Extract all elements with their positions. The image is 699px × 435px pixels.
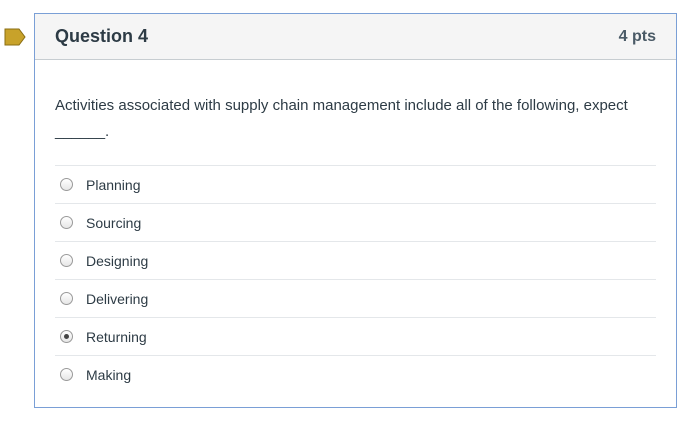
question-header: Question 4 4 pts <box>35 14 676 60</box>
radio-button[interactable] <box>60 254 73 267</box>
answer-option[interactable]: Making <box>55 356 656 393</box>
radio-button[interactable] <box>60 178 73 191</box>
answer-label: Designing <box>86 252 149 269</box>
question-text: Activities associated with supply chain … <box>55 97 628 140</box>
radio-button[interactable] <box>60 216 73 229</box>
question-body: Activities associated with supply chain … <box>35 60 676 393</box>
answer-option[interactable]: Returning <box>55 318 656 356</box>
answer-list: Planning Sourcing Designing Delivering R… <box>55 165 656 393</box>
answer-option[interactable]: Delivering <box>55 280 656 318</box>
answer-label: Making <box>86 366 132 383</box>
radio-button[interactable] <box>60 368 73 381</box>
answer-label: Returning <box>86 328 147 345</box>
answer-label: Delivering <box>86 290 149 307</box>
bookmark-flag-icon[interactable] <box>4 28 26 46</box>
question-card: Question 4 4 pts Activities associated w… <box>34 13 677 408</box>
answer-option[interactable]: Sourcing <box>55 204 656 242</box>
radio-button[interactable] <box>60 292 73 305</box>
answer-option[interactable]: Designing <box>55 242 656 280</box>
answer-label: Planning <box>86 176 141 193</box>
answer-option[interactable]: Planning <box>55 166 656 204</box>
question-points: 4 pts <box>618 27 656 45</box>
radio-button[interactable] <box>60 330 73 343</box>
question-title: Question 4 <box>55 26 149 46</box>
answer-label: Sourcing <box>86 214 142 231</box>
